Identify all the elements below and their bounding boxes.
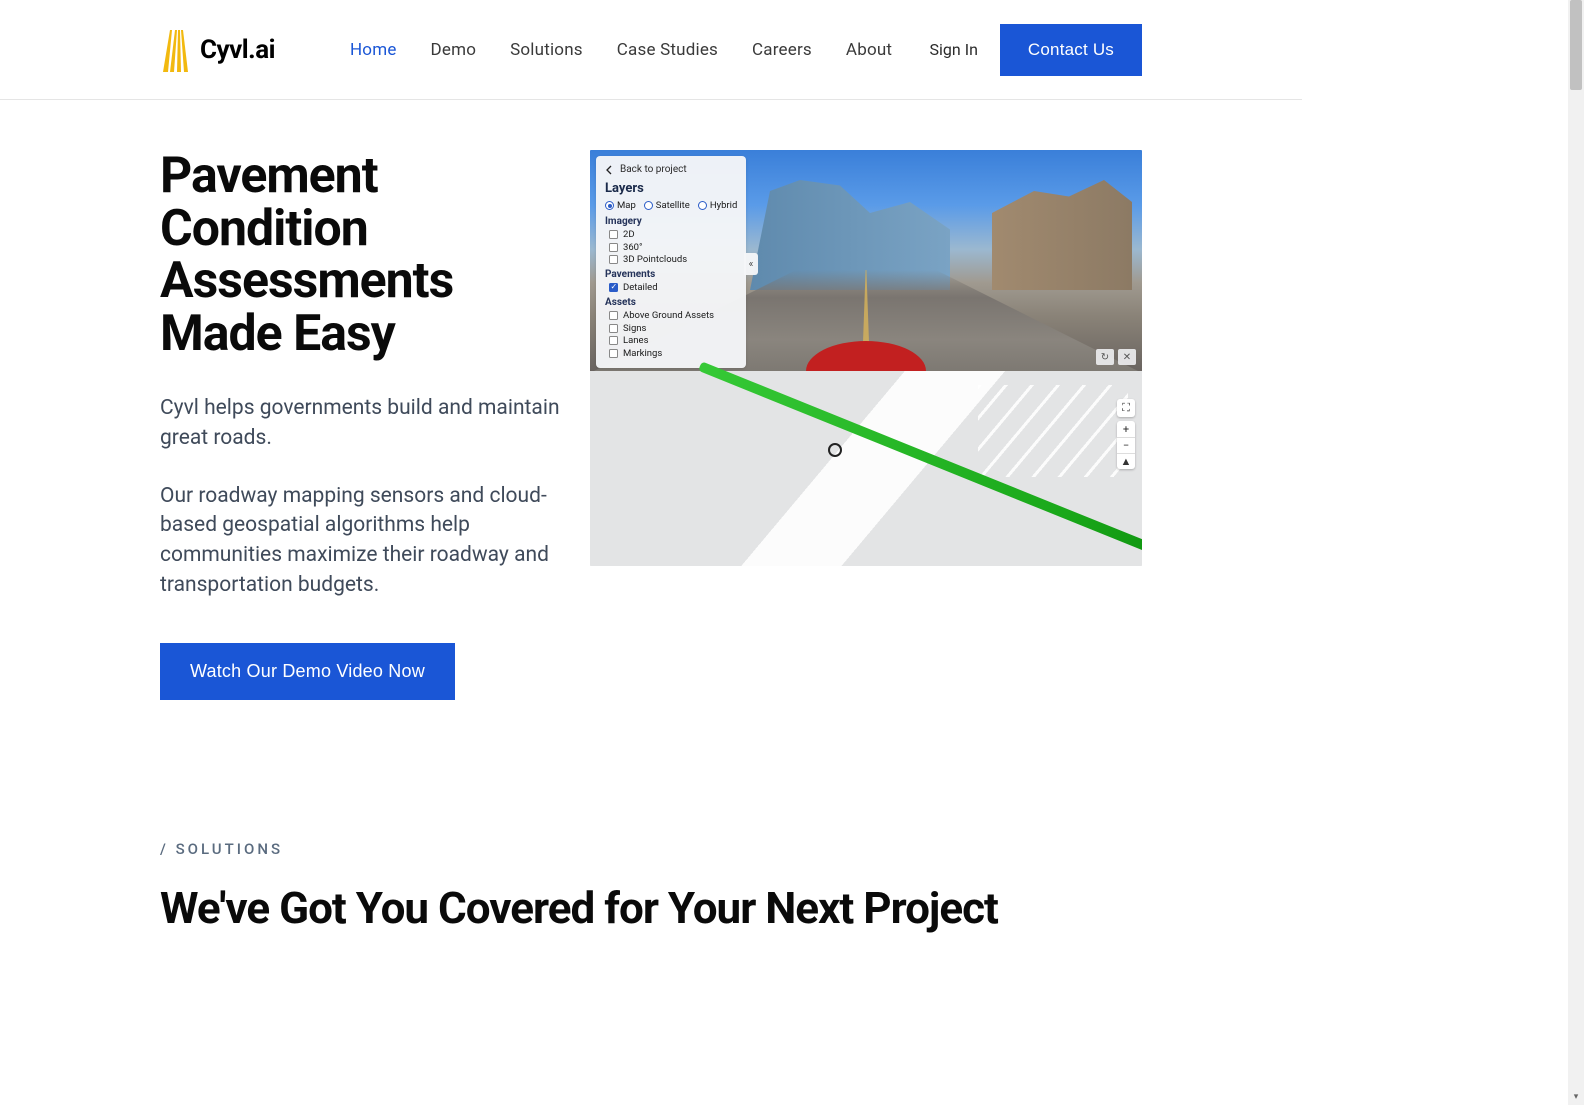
compass-icon[interactable]: ▲ xyxy=(1117,453,1135,469)
header-right: Sign In Contact Us xyxy=(930,24,1302,76)
checkbox-icon xyxy=(609,230,618,239)
zoom-in-icon[interactable]: + xyxy=(1117,421,1135,437)
assets-lanes-checkbox[interactable]: Lanes xyxy=(605,335,737,346)
nav-careers[interactable]: Careers xyxy=(752,40,812,60)
building-graphic xyxy=(992,180,1132,290)
scrollbar[interactable]: ▴ ▾ xyxy=(1568,0,1584,1105)
solutions-section: / SOLUTIONS We've Got You Covered for Yo… xyxy=(0,700,1302,934)
pavements-detailed-checkbox[interactable]: Detailed xyxy=(605,282,737,293)
logo[interactable]: Cyvl.ai xyxy=(160,28,275,72)
site-header: Cyvl.ai Home Demo Solutions Case Studies… xyxy=(0,0,1302,100)
basemap-hybrid-radio[interactable]: Hybrid xyxy=(698,200,738,211)
hero-title: Pavement Condition Assessments Made Easy xyxy=(160,150,560,360)
hero-paragraph-2: Our roadway mapping sensors and cloud-ba… xyxy=(160,482,560,601)
hero-text: Pavement Condition Assessments Made Easy… xyxy=(160,150,560,700)
logo-text: Cyvl.ai xyxy=(200,35,275,65)
assets-signs-checkbox[interactable]: Signs xyxy=(605,323,737,334)
basemap-options: Map Satellite Hybrid xyxy=(605,200,737,211)
imagery-360-checkbox[interactable]: 360° xyxy=(605,242,737,253)
radio-icon xyxy=(698,201,707,210)
basemap-map-radio[interactable]: Map xyxy=(605,200,636,211)
checkbox-icon xyxy=(609,255,618,264)
close-icon[interactable]: ✕ xyxy=(1118,349,1136,365)
back-label: Back to project xyxy=(620,164,687,175)
solutions-eyebrow: / SOLUTIONS xyxy=(160,840,1302,858)
logo-mark-icon xyxy=(160,28,190,72)
refresh-icon[interactable]: ↻ xyxy=(1096,349,1114,365)
map-cursor-icon xyxy=(828,443,842,457)
arrow-left-icon xyxy=(605,165,615,175)
back-to-project-link[interactable]: Back to project xyxy=(605,164,737,175)
imagery-section-label: Imagery xyxy=(605,216,737,227)
radio-icon xyxy=(644,201,653,210)
assets-above-ground-checkbox[interactable]: Above Ground Assets xyxy=(605,310,737,321)
contact-us-button[interactable]: Contact Us xyxy=(1000,24,1142,76)
pavements-section-label: Pavements xyxy=(605,269,737,280)
hero-section: Pavement Condition Assessments Made Easy… xyxy=(0,100,1302,700)
nav-case-studies[interactable]: Case Studies xyxy=(617,40,718,60)
checkbox-icon xyxy=(609,311,618,320)
nav-solutions[interactable]: Solutions xyxy=(510,40,583,60)
hero-paragraph-1: Cyvl helps governments build and maintai… xyxy=(160,394,560,454)
assets-section-label: Assets xyxy=(605,297,737,308)
checkbox-icon xyxy=(609,324,618,333)
zoom-out-icon[interactable]: − xyxy=(1117,437,1135,453)
imagery-3d-checkbox[interactable]: 3D Pointclouds xyxy=(605,254,737,265)
scrollbar-thumb[interactable] xyxy=(1570,0,1582,90)
nav-home[interactable]: Home xyxy=(350,40,397,60)
scroll-down-icon[interactable]: ▾ xyxy=(1568,1089,1584,1105)
assets-markings-checkbox[interactable]: Markings xyxy=(605,348,737,359)
checkbox-icon xyxy=(609,336,618,345)
checkbox-icon xyxy=(609,283,618,292)
nav-about[interactable]: About xyxy=(846,40,892,60)
basemap-satellite-radio[interactable]: Satellite xyxy=(644,200,690,211)
checkbox-icon xyxy=(609,243,618,252)
nav-demo[interactable]: Demo xyxy=(431,40,477,60)
map-zoom-controls: + − ▲ xyxy=(1117,421,1135,469)
collapse-panel-icon[interactable]: « xyxy=(744,253,758,275)
streetview-controls: ↻ ✕ xyxy=(1096,349,1136,365)
imagery-2d-checkbox[interactable]: 2D xyxy=(605,229,737,240)
checkbox-icon xyxy=(609,349,618,358)
signin-link[interactable]: Sign In xyxy=(930,40,978,59)
watch-demo-button[interactable]: Watch Our Demo Video Now xyxy=(160,643,455,700)
radio-icon xyxy=(605,201,614,210)
map-view[interactable]: ⛶ + − ▲ xyxy=(590,371,1142,566)
main-nav: Home Demo Solutions Case Studies Careers… xyxy=(350,40,892,60)
layers-panel: Back to project Layers Map Satellite Hyb… xyxy=(596,156,746,368)
map-fullscreen-icon[interactable]: ⛶ xyxy=(1117,399,1135,417)
product-screenshot: ↻ ✕ Back to project Layers Map Satellite… xyxy=(590,150,1142,566)
map-parking-graphic xyxy=(978,385,1128,477)
layers-title: Layers xyxy=(605,181,737,196)
solutions-title: We've Got You Covered for Your Next Proj… xyxy=(160,882,1302,934)
